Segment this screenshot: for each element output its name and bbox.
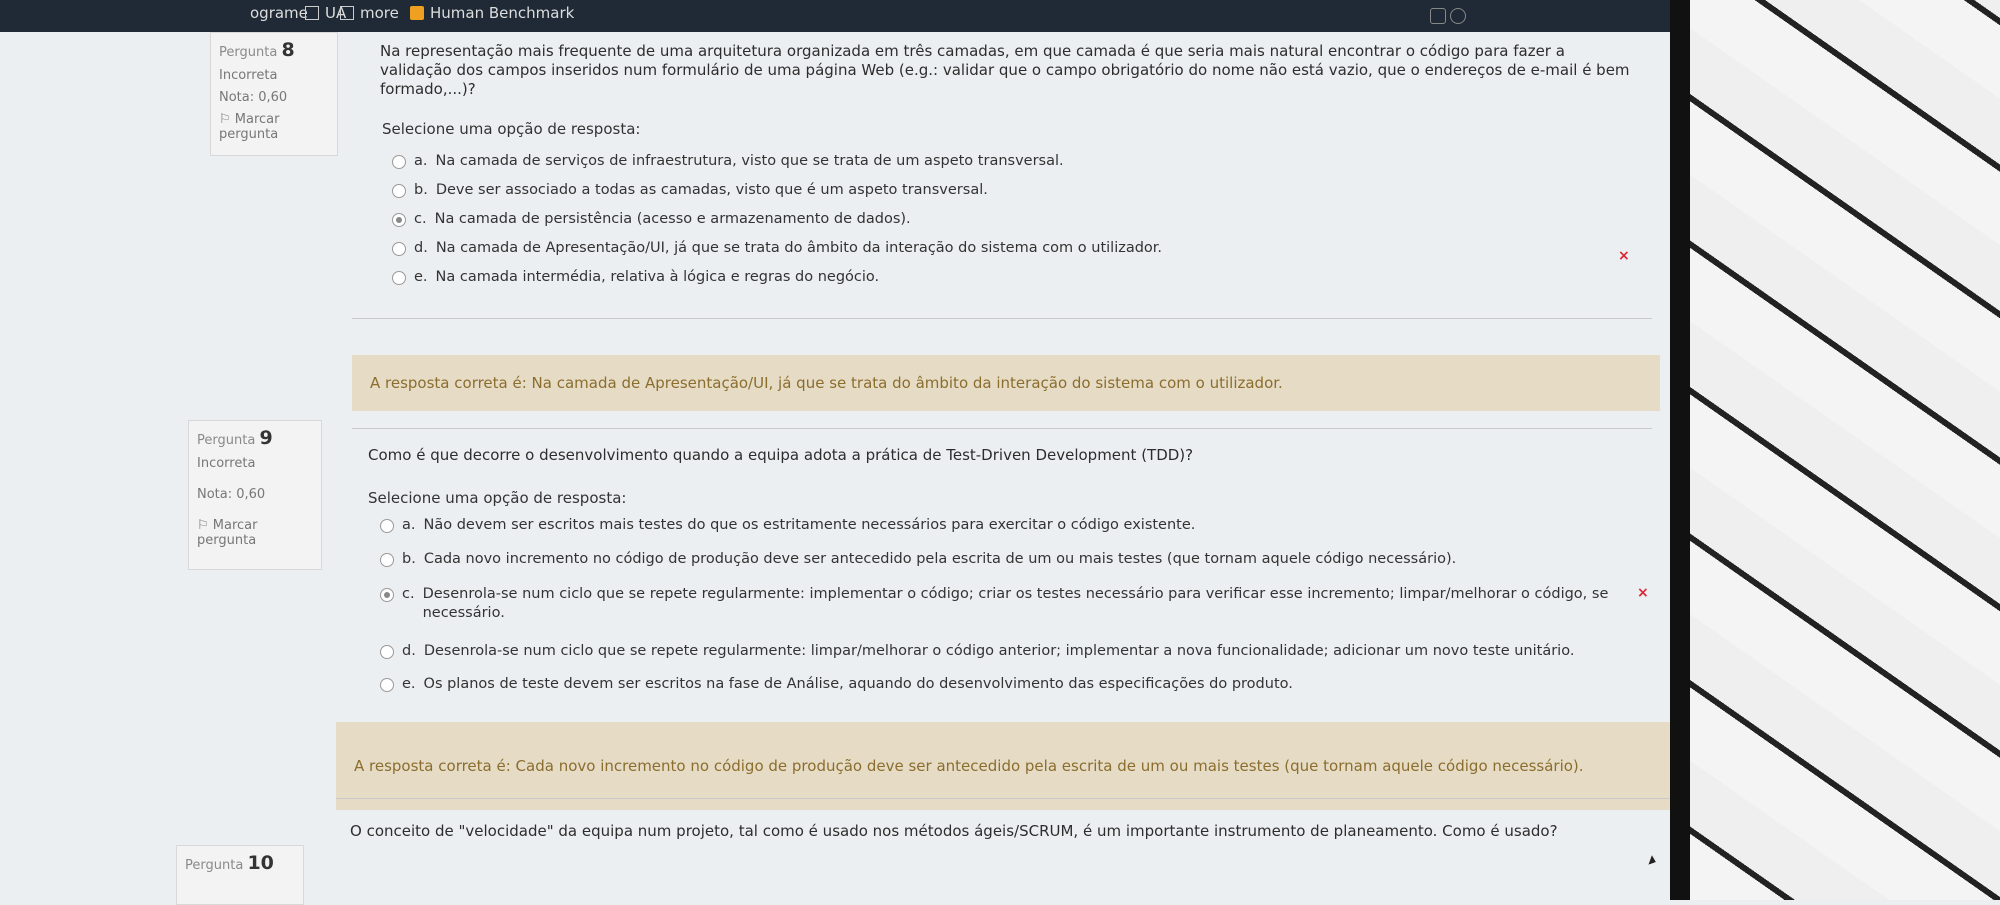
question-info-9: Pergunta 9 Incorreta Nota: 0,60 ⚐ Marcar… xyxy=(188,420,322,570)
question-8-text: Na representação mais frequente de uma a… xyxy=(380,42,1630,98)
wrong-answer-icon: × xyxy=(1637,585,1649,601)
radio-button-selected[interactable] xyxy=(380,588,394,602)
bookmark-more[interactable]: more xyxy=(340,4,399,22)
option-9e[interactable]: e. Os planos de teste devem ser escritos … xyxy=(380,675,1293,694)
radio-button[interactable] xyxy=(392,184,406,198)
background-outside-screen xyxy=(1670,0,2000,900)
divider xyxy=(352,428,1652,429)
folder-icon xyxy=(340,6,354,20)
question-status: Incorreta xyxy=(219,68,278,83)
question-number: Pergunta 9 xyxy=(197,427,273,449)
flag-question-link[interactable]: ⚐ Marcar pergunta xyxy=(219,112,329,142)
divider xyxy=(352,318,1652,319)
star-icon[interactable] xyxy=(1450,8,1466,24)
answer-prompt: Selecione uma opção de resposta: xyxy=(382,120,641,138)
radio-button[interactable] xyxy=(380,678,394,692)
radio-button[interactable] xyxy=(380,519,394,533)
bookmark-ograme[interactable]: ograme xyxy=(250,4,308,22)
option-8a[interactable]: a. Na camada de serviços de infraestrutur… xyxy=(392,152,1064,171)
question-number: Pergunta 10 xyxy=(185,852,274,874)
question-info-10: Pergunta 10 xyxy=(176,845,304,905)
question-10-text: O conceito de "velocidade" da equipa num… xyxy=(350,822,1558,840)
mouse-cursor-icon xyxy=(1648,855,1658,867)
option-8b[interactable]: b. Deve ser associado a todas as camadas,… xyxy=(392,181,988,200)
option-8d[interactable]: d. Na camada de Apresentação/UI, já que s… xyxy=(392,239,1162,258)
radio-button-selected[interactable] xyxy=(392,213,406,227)
radio-button[interactable] xyxy=(380,553,394,567)
browser-bookmarks-bar: ograme UA more Human Benchmark xyxy=(0,0,1680,32)
question-info-8: Pergunta 8 Incorreta Nota: 0,60 ⚐ Marcar… xyxy=(210,32,338,156)
question-grade: Nota: 0,60 xyxy=(219,90,288,105)
question-status: Incorreta xyxy=(197,456,256,471)
folder-icon xyxy=(305,6,319,20)
option-9d[interactable]: d. Desenrola-se num ciclo que se repete r… xyxy=(380,642,1574,661)
flag-question-link[interactable]: ⚐ Marcar pergunta xyxy=(197,518,313,548)
radio-button[interactable] xyxy=(392,271,406,285)
correct-answer-feedback-9: A resposta correta é: Cada novo incremen… xyxy=(336,722,1670,810)
option-8c[interactable]: c. Na camada de persistência (acesso e ar… xyxy=(392,210,911,229)
wrong-answer-icon: × xyxy=(1618,248,1630,264)
radio-button[interactable] xyxy=(380,645,394,659)
window-icon[interactable] xyxy=(1430,8,1446,24)
divider xyxy=(336,798,1670,799)
option-9b[interactable]: b. Cada novo incremento no código de prod… xyxy=(380,550,1456,569)
question-9-text: Como é que decorre o desenvolvimento qua… xyxy=(368,446,1194,464)
option-9c[interactable]: c. Desenrola-se num ciclo que se repete r… xyxy=(380,585,1620,623)
correct-answer-feedback-8: A resposta correta é: Na camada de Apres… xyxy=(352,355,1660,411)
question-grade: Nota: 0,60 xyxy=(197,487,266,502)
monitor-edge xyxy=(1670,0,1690,900)
page-margin xyxy=(0,32,165,900)
human-benchmark-icon xyxy=(410,6,424,20)
answer-prompt: Selecione uma opção de resposta: xyxy=(368,489,627,507)
bookmark-human-benchmark[interactable]: Human Benchmark xyxy=(410,4,574,22)
radio-button[interactable] xyxy=(392,155,406,169)
question-number: Pergunta 8 xyxy=(219,39,295,61)
option-8e[interactable]: e. Na camada intermédia, relativa à lógic… xyxy=(392,268,879,287)
radio-button[interactable] xyxy=(392,242,406,256)
option-9a[interactable]: a. Não devem ser escritos mais testes do … xyxy=(380,516,1195,535)
